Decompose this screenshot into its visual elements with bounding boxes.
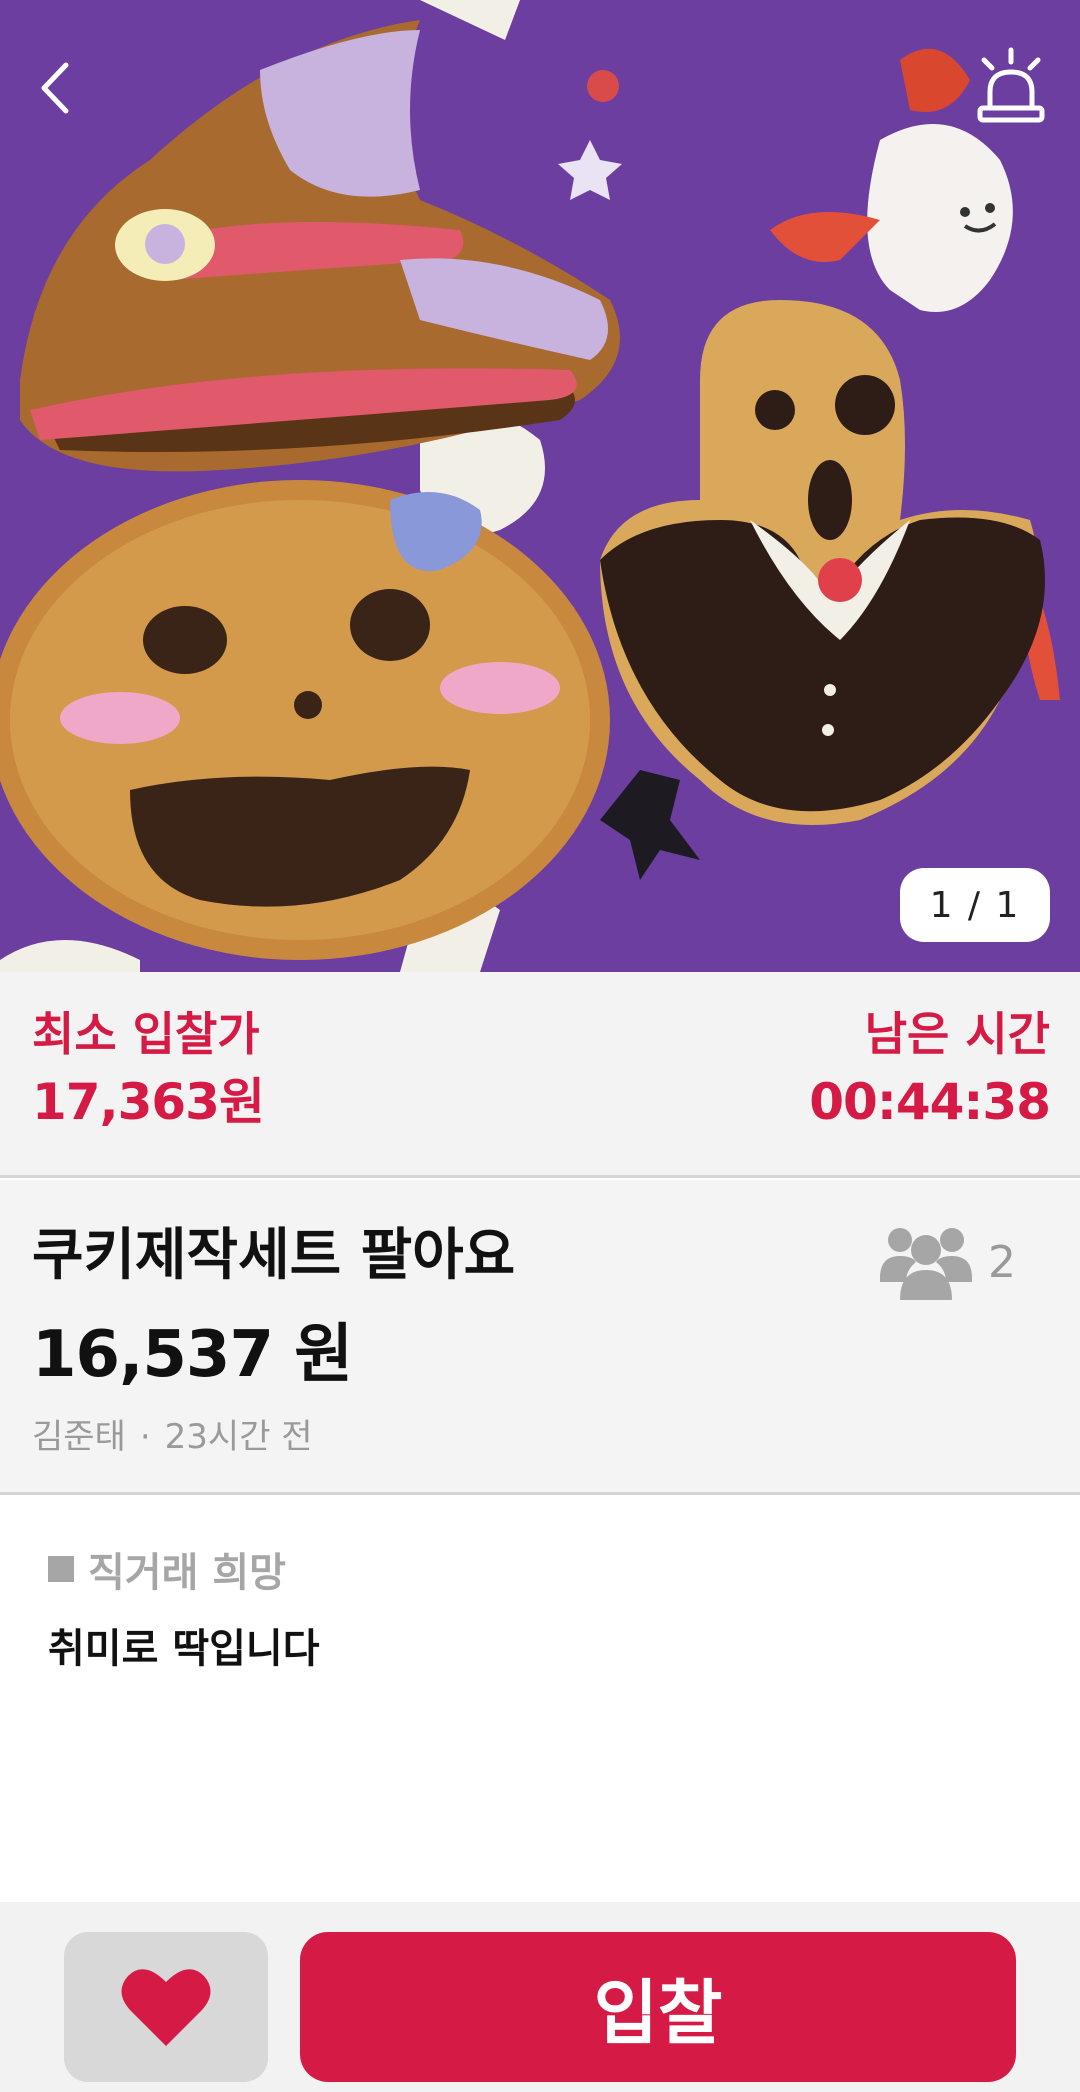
like-button[interactable]: [64, 1932, 268, 2082]
bid-button[interactable]: 입찰: [300, 1932, 1016, 2082]
remaining-time-label: 남은 시간: [864, 1007, 1050, 1061]
item-meta: 김준태 · 23시간 전: [32, 1412, 313, 1462]
seller-name[interactable]: 김준태: [32, 1417, 126, 1457]
product-photo: [0, 0, 1080, 972]
min-bid-block: 최소 입찰가 17,363원: [32, 1002, 265, 1138]
bid-info: 최소 입찰가 17,363원 남은 시간 00:44:38: [0, 972, 1080, 1178]
back-button[interactable]: [28, 52, 80, 124]
item-info: 쿠키제작세트 팔아요 2 16,537 원 김준태 · 23시간 전: [0, 1180, 1080, 1495]
min-bid-label: 최소 입찰가: [32, 1007, 260, 1061]
remaining-time-value: 00:44:38: [809, 1073, 1051, 1131]
item-description: 직거래 희망 취미로 딱입니다: [0, 1498, 1080, 1902]
report-button[interactable]: [970, 46, 1052, 128]
min-bid-value: 17,363원: [32, 1073, 265, 1131]
image-counter: 1 / 1: [900, 868, 1050, 942]
bidders-count: 2: [988, 1236, 1016, 1288]
trade-type-label: 직거래 희망: [88, 1550, 286, 1596]
item-price: 16,537 원: [32, 1318, 353, 1392]
description-text: 취미로 딱입니다: [48, 1626, 320, 1672]
item-title: 쿠키제작세트 팔아요: [32, 1223, 516, 1288]
trade-type: 직거래 희망: [48, 1540, 286, 1598]
bottom-action-bar: 입찰: [0, 1902, 1080, 2092]
heart-icon: [121, 1969, 211, 2046]
remaining-time-block: 남은 시간 00:44:38: [809, 1002, 1051, 1138]
chevron-left-icon: [41, 62, 69, 114]
posted-time: 23시간 전: [164, 1417, 313, 1457]
siren-icon: [977, 47, 1045, 123]
product-image[interactable]: 1 / 1: [0, 0, 1080, 972]
bidders-count-block: 2: [880, 1220, 1016, 1304]
meta-separator: ·: [139, 1417, 151, 1457]
square-bullet-icon: [48, 1556, 74, 1582]
people-icon: [880, 1228, 972, 1300]
